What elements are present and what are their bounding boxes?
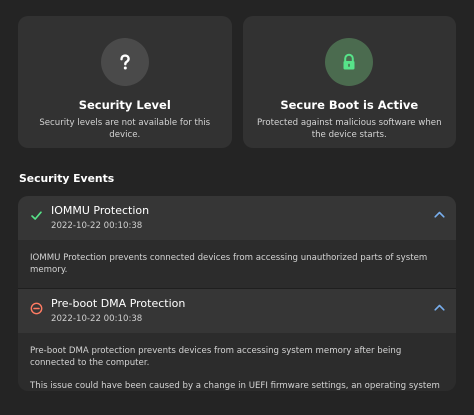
lock-icon [325, 38, 374, 86]
event-timestamp: 2022-10-22 00:10:38 [51, 221, 143, 231]
event-description: Pre-boot DMA protection prevents devices… [30, 346, 402, 368]
event-title: IOMMU Protection [51, 204, 150, 217]
security-level-description: Security levels are not available for th… [39, 118, 211, 140]
security-level-card: Security Level Security levels are not a… [18, 16, 232, 148]
secure-boot-description: Protected against malicious software whe… [256, 118, 442, 140]
event-body-iommu: IOMMU Protection prevents connected devi… [18, 240, 456, 288]
security-level-title: Security Level [78, 98, 171, 112]
event-title: Pre-boot DMA Protection [51, 297, 186, 310]
event-header-preboot-dma[interactable]: Pre-boot DMA Protection 2022-10-22 00:10… [18, 289, 456, 333]
event-header-iommu[interactable]: IOMMU Protection 2022-10-22 00:10:38 [18, 196, 456, 240]
security-events-list: IOMMU Protection 2022-10-22 00:10:38 IOM… [18, 196, 456, 391]
event-preboot-dma-protection: Pre-boot DMA Protection 2022-10-22 00:10… [18, 289, 456, 391]
event-body-preboot-dma: Pre-boot DMA protection prevents devices… [18, 333, 456, 391]
chevron-up-icon[interactable] [434, 304, 445, 311]
check-icon [31, 211, 42, 220]
event-description: IOMMU Protection prevents connected devi… [30, 253, 428, 275]
event-description-detail: This issue could have been caused by a c… [30, 381, 440, 391]
event-iommu-protection: IOMMU Protection 2022-10-22 00:10:38 IOM… [18, 196, 456, 288]
security-page: Security Level Security levels are not a… [0, 0, 474, 415]
security-events-heading: Security Events [19, 172, 115, 185]
error-circle-icon [30, 302, 43, 315]
chevron-up-icon[interactable] [434, 211, 445, 218]
question-mark-icon [100, 38, 149, 86]
security-cards: Security Level Security levels are not a… [18, 16, 456, 148]
secure-boot-title: Secure Boot is Active [280, 98, 419, 112]
event-timestamp: 2022-10-22 00:10:38 [51, 314, 143, 324]
secure-boot-card: Secure Boot is Active Protected against … [242, 16, 456, 148]
